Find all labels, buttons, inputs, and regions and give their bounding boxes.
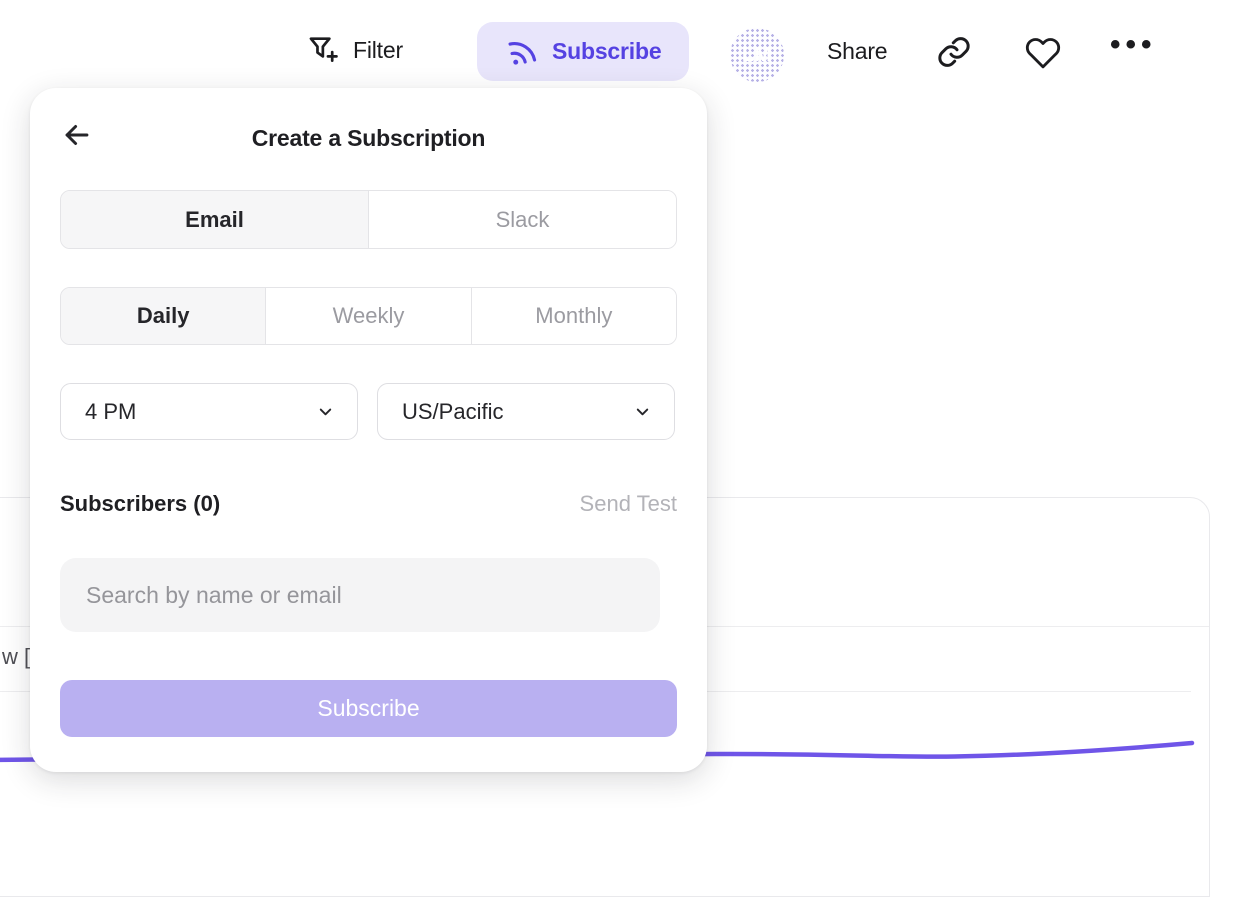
tab-daily[interactable]: Daily bbox=[61, 288, 265, 344]
subscribers-row: Subscribers (0) Send Test bbox=[60, 491, 677, 517]
timezone-select[interactable]: US/Pacific bbox=[377, 383, 675, 440]
timezone-select-value: US/Pacific bbox=[402, 399, 503, 425]
filter-plus-icon bbox=[306, 33, 340, 67]
send-test-link[interactable]: Send Test bbox=[580, 491, 677, 517]
background-partial-label: w [ bbox=[2, 644, 30, 670]
more-options-icon[interactable]: ••• bbox=[1110, 28, 1157, 62]
modal-title: Create a Subscription bbox=[30, 125, 707, 152]
favorite-heart-icon[interactable] bbox=[1024, 35, 1062, 71]
channel-tabs: Email Slack bbox=[60, 190, 677, 249]
create-subscription-modal: Create a Subscription Email Slack Daily … bbox=[30, 88, 707, 772]
user-avatar[interactable]: LM bbox=[730, 28, 784, 82]
share-button[interactable]: Share bbox=[827, 38, 887, 65]
avatar-initials: LM bbox=[742, 44, 772, 67]
ellipsis-glyph: ••• bbox=[1110, 28, 1157, 62]
frequency-tabs: Daily Weekly Monthly bbox=[60, 287, 677, 345]
tab-weekly[interactable]: Weekly bbox=[265, 288, 470, 344]
copy-link-icon[interactable] bbox=[936, 34, 972, 70]
rss-icon bbox=[505, 35, 538, 68]
subscribe-label: Subscribe bbox=[552, 38, 661, 65]
filter-label: Filter bbox=[353, 37, 403, 64]
subscribers-count-label: Subscribers (0) bbox=[60, 491, 220, 517]
time-select[interactable]: 4 PM bbox=[60, 383, 358, 440]
share-label: Share bbox=[827, 38, 887, 65]
subscribe-submit-button[interactable]: Subscribe bbox=[60, 680, 677, 737]
chevron-down-icon bbox=[316, 402, 335, 421]
filter-button[interactable]: Filter bbox=[306, 33, 403, 67]
subscriber-search-input[interactable] bbox=[60, 558, 660, 632]
tab-monthly[interactable]: Monthly bbox=[471, 288, 676, 344]
subscribe-toolbar-button[interactable]: Subscribe bbox=[477, 22, 689, 81]
chevron-down-icon bbox=[633, 402, 652, 421]
tab-email[interactable]: Email bbox=[61, 191, 368, 248]
time-select-value: 4 PM bbox=[85, 399, 136, 425]
tab-slack[interactable]: Slack bbox=[368, 191, 676, 248]
